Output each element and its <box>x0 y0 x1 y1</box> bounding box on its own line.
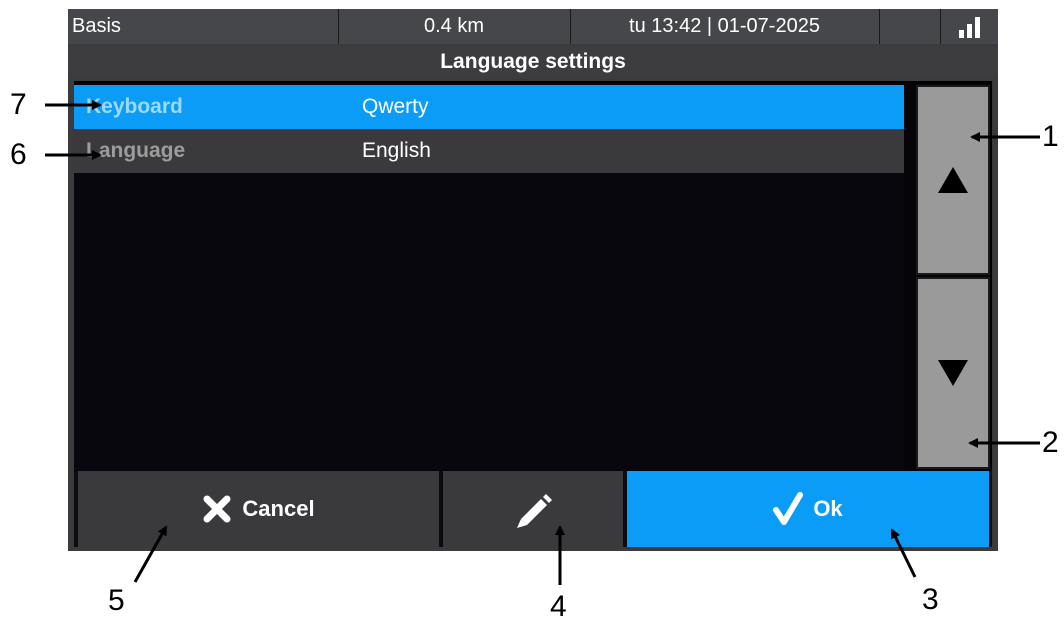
triangle-up-icon <box>938 167 968 193</box>
status-distance: 0.4 km <box>423 15 485 37</box>
setting-value: Qwerty <box>362 95 429 118</box>
cancel-button[interactable]: Cancel <box>78 471 439 547</box>
status-bar: Basis 0.4 km tu 13:42 | 01-07-2025 <box>68 9 998 44</box>
cancel-label: Cancel <box>242 496 315 521</box>
pencil-icon <box>513 489 553 529</box>
scroll-down-button[interactable] <box>916 277 990 469</box>
callout-1: 1 <box>1042 120 1059 153</box>
callout-2: 2 <box>1042 426 1059 459</box>
check-icon <box>773 492 804 526</box>
setting-label: Language <box>86 139 186 162</box>
callout-6: 6 <box>10 138 27 171</box>
callout-4: 4 <box>550 590 567 623</box>
signal-strength-icon <box>941 9 998 44</box>
setting-label: Keyboard <box>86 95 183 118</box>
callout-5: 5 <box>108 584 125 617</box>
annotated-screenshot: Basis 0.4 km tu 13:42 | 01-07-2025 Langu… <box>0 0 1064 627</box>
device-screen: Basis 0.4 km tu 13:42 | 01-07-2025 Langu… <box>68 9 998 551</box>
list-item-keyboard[interactable]: Keyboard Qwerty <box>74 85 904 129</box>
status-datetime: tu 13:42 | 01-07-2025 <box>629 15 820 37</box>
setting-value: English <box>362 139 431 162</box>
triangle-down-icon <box>938 360 968 386</box>
settings-list: Keyboard Qwerty Language English <box>74 85 904 470</box>
edit-button[interactable] <box>443 471 623 547</box>
ok-button[interactable]: Ok <box>627 471 989 547</box>
ok-label: Ok <box>813 496 843 521</box>
callout-7: 7 <box>10 88 27 121</box>
page-title: Language settings <box>68 46 998 78</box>
x-icon <box>202 494 232 524</box>
list-item-language[interactable]: Language English <box>74 129 904 173</box>
status-divider <box>879 9 880 44</box>
callout-3: 3 <box>922 583 939 616</box>
status-profile: Basis <box>72 15 121 37</box>
scroll-up-button[interactable] <box>916 85 990 275</box>
